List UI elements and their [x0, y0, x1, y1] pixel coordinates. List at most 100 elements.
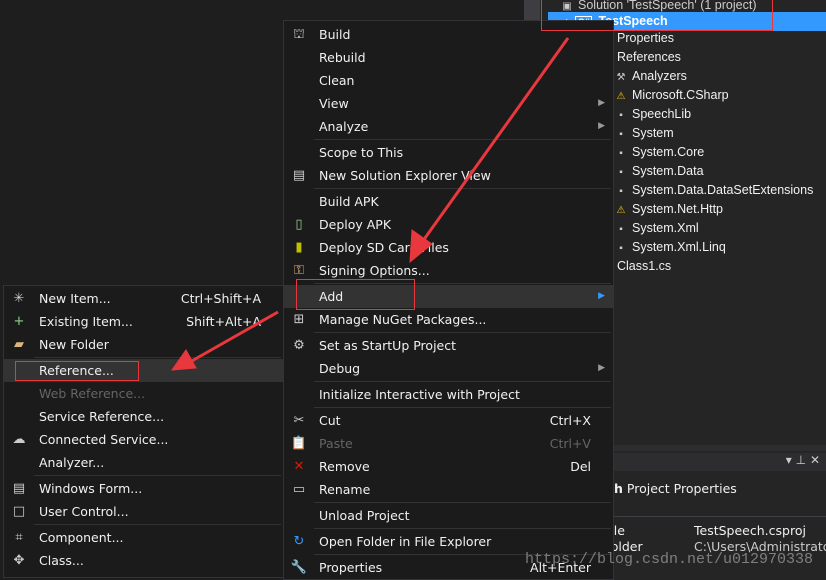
watermark: https://blog.csdn.net/u012970338: [525, 551, 814, 568]
close-icon[interactable]: ✕: [810, 453, 820, 467]
menu-item-new-item[interactable]: ✳ New Item... Ctrl+Shift+A: [4, 287, 283, 310]
tree-item[interactable]: ▪ System.Core: [614, 143, 704, 162]
menu-item-debug[interactable]: Debug ▶: [284, 357, 613, 380]
tree-item-label: System.Core: [632, 145, 705, 159]
menu-item-remove[interactable]: ✕ Remove Del: [284, 455, 613, 478]
tree-item[interactable]: ▪ System.Data: [614, 162, 704, 181]
menu-item-new-solution-explorer-view[interactable]: ▤ New Solution Explorer View: [284, 164, 613, 187]
refresh-icon: ↻: [293, 534, 305, 549]
menu-item-deploy-apk[interactable]: ▯ Deploy APK: [284, 213, 613, 236]
menu-item-label: Cut: [319, 413, 341, 428]
tree-item[interactable]: Class1.cs: [617, 257, 671, 276]
menu-item-service-reference[interactable]: Service Reference...: [4, 405, 283, 428]
menu-item-initialize-interactive-with-project[interactable]: Initialize Interactive with Project: [284, 383, 613, 406]
menu-item-user-control[interactable]: □ User Control...: [4, 500, 283, 523]
build-icon: ⛫: [293, 27, 305, 42]
tree-item[interactable]: ▪ System.Xml.Linq: [614, 238, 726, 257]
tree-item[interactable]: ▪ System.Xml: [614, 219, 698, 238]
menu-item-component[interactable]: ⌗ Component...: [4, 526, 283, 549]
menu-item-label: Properties: [319, 560, 383, 575]
windows-form-icon: ▤: [12, 481, 26, 496]
existing-item-icon: +: [13, 314, 25, 329]
reference-icon: ▪: [619, 186, 623, 197]
shortcut-label: Ctrl+X: [549, 413, 591, 428]
menu-item-paste[interactable]: 📋 Paste Ctrl+V: [284, 432, 613, 455]
tree-item[interactable]: Properties: [617, 29, 674, 48]
tree-item[interactable]: ▪ System.Data.DataSetExtensions: [614, 181, 813, 200]
menu-item-label: Scope to This: [319, 145, 404, 160]
tree-item[interactable]: ⚠ System.Net.Http: [614, 200, 723, 219]
property-value[interactable]: TestSpeech.csproj: [694, 523, 806, 538]
menu-item-analyzer[interactable]: Analyzer...: [4, 451, 283, 474]
menu-item-clean[interactable]: Clean: [284, 69, 613, 92]
menu-item-rebuild[interactable]: Rebuild: [284, 46, 613, 69]
tree-item[interactable]: ⚠ Microsoft.CSharp: [614, 86, 729, 105]
reference-icon: ▪: [619, 148, 623, 159]
tree-item-label: SpeechLib: [632, 107, 692, 121]
tree-item[interactable]: References: [617, 48, 681, 67]
tree-item-label: Properties: [617, 31, 674, 45]
menu-item-label: Remove: [319, 459, 370, 474]
menu-item-label: Deploy APK: [319, 217, 392, 232]
menu-item-label: Analyze: [319, 119, 369, 134]
menu-item-label: Rename: [319, 482, 371, 497]
menu-item-open-folder-in-file-explorer[interactable]: ↻ Open Folder in File Explorer: [284, 530, 613, 553]
warning-reference-icon: ⚠: [616, 91, 626, 102]
tree-item[interactable]: ▪ SpeechLib: [614, 105, 691, 124]
menu-item-label: Paste: [319, 436, 353, 451]
menu-item-rename[interactable]: ▭ Rename: [284, 478, 613, 501]
menu-item-web-reference[interactable]: Web Reference...: [4, 382, 283, 405]
class-icon: ✥: [13, 553, 25, 568]
properties-title: h Project Properties: [614, 481, 737, 496]
menu-item-existing-item[interactable]: + Existing Item... Shift+Alt+A: [4, 310, 283, 333]
menu-item-unload-project[interactable]: Unload Project: [284, 504, 613, 527]
gear-icon: ⚙: [293, 338, 305, 353]
menu-item-set-as-startup-project[interactable]: ⚙ Set as StartUp Project: [284, 334, 613, 357]
menu-item-label: Analyzer...: [39, 455, 105, 470]
menu-item-label: Unload Project: [319, 508, 410, 523]
menu-item-windows-form[interactable]: ▤ Windows Form...: [4, 477, 283, 500]
menu-item-connected-service[interactable]: ☁ Connected Service...: [4, 428, 283, 451]
reference-icon: ▪: [619, 167, 623, 178]
wrench-icon: 🔧: [290, 560, 308, 575]
reference-icon: ▪: [619, 129, 623, 140]
dropdown-icon[interactable]: ▾: [786, 453, 792, 467]
submenu-arrow-icon: ▶: [598, 98, 605, 108]
connected-service-icon: ☁: [12, 432, 26, 447]
menu-item-label: Debug: [319, 361, 361, 376]
menu-item-label: Build APK: [319, 194, 379, 209]
menu-item-deploy-sd-card-files[interactable]: ▮ Deploy SD Card Files: [284, 236, 613, 259]
component-icon: ⌗: [15, 530, 23, 545]
menu-item-analyze[interactable]: Analyze ▶: [284, 115, 613, 138]
menu-item-class[interactable]: ✥ Class...: [4, 549, 283, 572]
annotation-box-reference: [15, 361, 139, 381]
paste-icon: 📋: [290, 436, 308, 451]
submenu-arrow-icon: ▶: [598, 291, 605, 301]
menu-item-cut[interactable]: ✂ Cut Ctrl+X: [284, 409, 613, 432]
menu-item-label: User Control...: [39, 504, 129, 519]
tree-item[interactable]: ▪ System: [614, 124, 674, 143]
menu-item-label: Connected Service...: [39, 432, 169, 447]
menu-item-label: Existing Item...: [39, 314, 133, 329]
menu-item-view[interactable]: View ▶: [284, 92, 613, 115]
new-view-icon: ▤: [292, 168, 306, 183]
deploy-apk-icon: ▯: [295, 217, 303, 232]
shortcut-label: Del: [570, 459, 591, 474]
tree-item-label: System.Data: [632, 164, 704, 178]
tree-item-label: Analyzers: [632, 69, 687, 83]
menu-item-label: Initialize Interactive with Project: [319, 387, 520, 402]
pin-icon[interactable]: ⊥: [796, 453, 806, 467]
menu-item-scope-to-this[interactable]: Scope to This: [284, 141, 613, 164]
reference-icon: ▪: [619, 110, 623, 121]
menu-item-label: Open Folder in File Explorer: [319, 534, 492, 549]
tree-item[interactable]: ⚒ Analyzers: [614, 67, 687, 86]
sd-card-icon: ▮: [295, 240, 303, 255]
tree-item-label: System: [632, 126, 674, 140]
new-folder-icon: ▰: [14, 337, 24, 352]
menu-item-new-folder[interactable]: ▰ New Folder: [4, 333, 283, 356]
menu-item-build-apk[interactable]: Build APK: [284, 190, 613, 213]
user-control-icon: □: [12, 504, 26, 519]
menu-item-manage-nuget-packages[interactable]: ⊞ Manage NuGet Packages...: [284, 308, 613, 331]
menu-item-label: View: [319, 96, 349, 111]
shortcut-label: Ctrl+V: [549, 436, 591, 451]
